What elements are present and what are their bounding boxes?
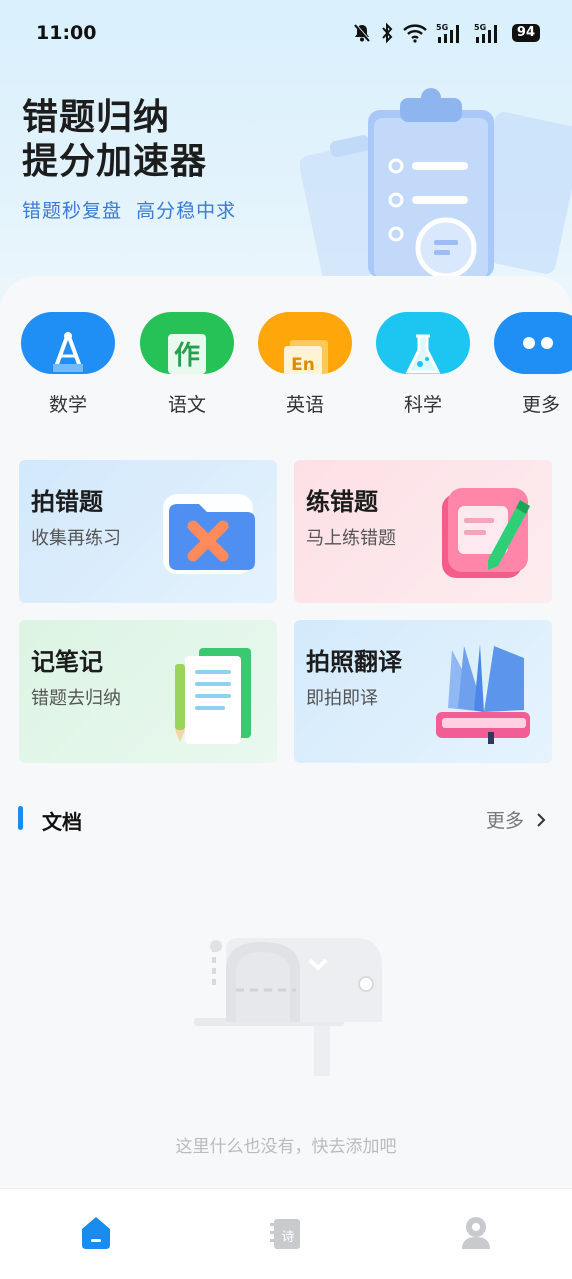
svg-text:作: 作 <box>174 341 200 371</box>
subject-english[interactable]: En 英语 <box>257 312 353 417</box>
zuo-character-icon: 作 <box>140 312 234 374</box>
more-dots-icon <box>494 312 572 374</box>
svg-text:En: En <box>291 355 315 374</box>
subject-label: 英语 <box>285 394 324 416</box>
hero-subtitle: 错题秒复盘 高分稳中求 <box>22 200 237 222</box>
subject-science[interactable]: 科学 <box>375 312 471 417</box>
subject-more[interactable]: 更多 <box>493 312 572 417</box>
feature-practice-mistakes[interactable]: 练错题 马上练错题 <box>294 460 552 603</box>
feature-subtitle: 错题去归纳 <box>31 688 121 709</box>
hero-title-line2: 提分加速器 <box>22 141 208 182</box>
feature-title: 记笔记 <box>31 648 103 676</box>
feature-title: 练错题 <box>306 488 378 516</box>
poem-book-icon: 诗 <box>270 1219 300 1249</box>
subject-label: 数学 <box>48 394 87 416</box>
bottom-tab-bar: 诗 <box>0 1188 572 1279</box>
poem-glyph: 诗 <box>281 1230 294 1245</box>
empty-state-text: 这里什么也没有，快去添加吧 <box>175 1137 397 1157</box>
main-card <box>0 276 572 1276</box>
svg-text:5G: 5G <box>474 23 486 32</box>
wifi-icon <box>403 24 427 43</box>
documents-title: 文档 <box>42 810 82 834</box>
compass-icon <box>21 312 115 374</box>
feature-subtitle: 即拍即译 <box>306 688 378 709</box>
bell-off-icon <box>354 23 371 42</box>
signal-5g-icon: 5G <box>474 23 497 43</box>
chevron-right-icon <box>537 812 546 827</box>
feature-subtitle: 收集再练习 <box>31 528 121 549</box>
flask-icon <box>376 312 470 374</box>
svg-text:5G: 5G <box>436 23 448 32</box>
empty-mailbox-illustration <box>194 938 382 1076</box>
status-time: 11:00 <box>36 22 97 44</box>
bluetooth-icon <box>382 22 393 44</box>
en-book-icon: En <box>258 312 352 374</box>
subject-row[interactable]: 数学 作 语文 En 英语 科学 更多 <box>0 312 572 422</box>
home-icon <box>82 1217 110 1249</box>
signal-5g-icon: 5G <box>436 23 459 43</box>
section-marker <box>18 806 36 830</box>
feature-photo-mistakes[interactable]: 拍错题 收集再练习 <box>19 460 277 603</box>
feature-subtitle: 马上练错题 <box>306 528 396 549</box>
status-bar: 11:00 5G 5G 94 <box>0 0 572 66</box>
documents-more-link[interactable]: 更多 <box>486 806 546 833</box>
feature-photo-translate[interactable]: 拍照翻译 即拍即译 <box>294 620 552 763</box>
tab-poem[interactable]: 诗 <box>268 1213 308 1257</box>
subject-label: 科学 <box>403 394 442 416</box>
hero-title: 错题归纳 提分加速器 <box>22 96 207 184</box>
subject-math[interactable]: 数学 <box>20 312 116 417</box>
note-pen-icon <box>175 648 251 744</box>
clipboard-illustration <box>300 88 572 278</box>
folder-x-icon <box>163 494 255 574</box>
subject-label: 语文 <box>167 394 206 416</box>
user-icon <box>462 1217 490 1249</box>
open-book-icon <box>436 644 530 744</box>
subject-chinese[interactable]: 作 语文 <box>139 312 235 417</box>
documents-more-label: 更多 <box>485 810 524 832</box>
notebook-pen-icon <box>442 488 530 578</box>
tab-profile[interactable] <box>458 1213 498 1257</box>
feature-take-notes[interactable]: 记笔记 错题去归纳 <box>19 620 277 763</box>
status-icons: 5G 5G 94 <box>352 22 540 44</box>
hero-title-line1: 错题归纳 <box>22 97 171 138</box>
feature-title: 拍照翻译 <box>306 648 402 676</box>
tab-home[interactable] <box>78 1213 118 1257</box>
subject-label: 更多 <box>521 394 560 416</box>
feature-title: 拍错题 <box>31 488 103 516</box>
battery-indicator: 94 <box>511 24 540 42</box>
